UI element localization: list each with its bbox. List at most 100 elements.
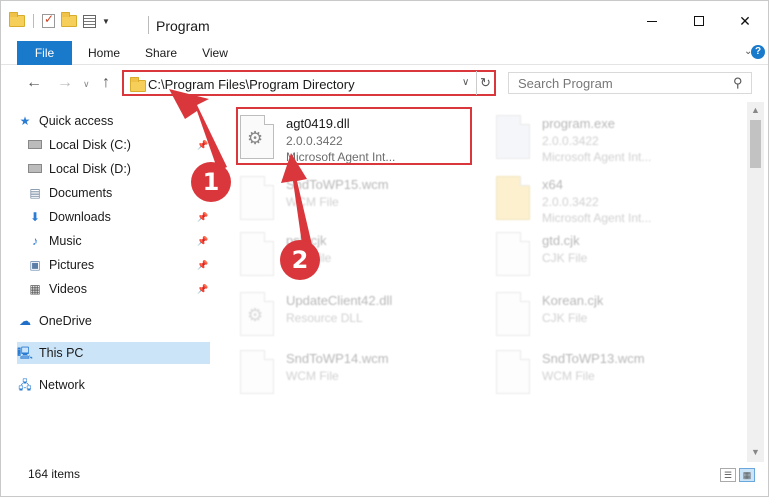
file-name: program.exe	[542, 116, 615, 131]
nav-item-network[interactable]: 🖧 Network	[17, 374, 210, 396]
customize-qat-chevron-icon[interactable]: ▼	[102, 17, 110, 26]
refresh-icon[interactable]: ↻	[476, 71, 494, 95]
folder-icon	[130, 77, 146, 92]
search-placeholder: Search Program	[518, 76, 613, 91]
window-title: Program	[156, 18, 210, 34]
nav-item-downloads[interactable]: ⬇ Downloads 📌	[27, 206, 210, 228]
help-icon[interactable]: ?	[751, 45, 765, 59]
tab-file[interactable]: File	[17, 41, 72, 65]
tab-home[interactable]: Home	[79, 41, 129, 65]
tab-share[interactable]: Share	[139, 41, 183, 65]
up-arrow-icon[interactable]: ↑	[102, 74, 110, 92]
quick-access-toolbar: ▼	[9, 12, 110, 28]
nav-item-music[interactable]: ♪ Music 📌	[27, 230, 210, 252]
downloads-icon: ⬇	[29, 210, 41, 224]
file-item-updateclient42-dll[interactable]: ⚙ UpdateClient42.dll Resource DLL	[222, 284, 462, 340]
nav-item-label: Music	[49, 234, 82, 248]
file-item-sndtowp14-wcm[interactable]: SndToWP14.wcm WCM File	[222, 342, 462, 398]
properties-icon[interactable]	[83, 14, 96, 28]
star-icon: ★	[19, 114, 31, 128]
item-count: 164 items	[28, 467, 81, 481]
file-version: 2.0.0.3422	[542, 134, 599, 148]
file-item-gtd-cjk[interactable]: gtd.cjk CJK File	[478, 224, 718, 280]
file-name: x64	[542, 177, 563, 192]
folder-icon	[9, 12, 25, 27]
address-path[interactable]: C:\Program Files\Program Directory	[148, 77, 355, 92]
pin-icon: 📌	[197, 260, 209, 270]
navigation-pane: ★ Quick access Local Disk (C:) 📌 Local D…	[1, 102, 210, 462]
step-2-badge: 2	[280, 240, 320, 280]
file-type: WCM File	[286, 195, 339, 209]
nav-item-label: OneDrive	[39, 314, 92, 328]
nav-item-local-disk-d[interactable]: Local Disk (D:)	[27, 158, 210, 180]
nav-item-videos[interactable]: ▦ Videos 📌	[27, 278, 210, 300]
details-view-icon[interactable]: ☰	[720, 468, 736, 482]
new-folder-icon[interactable]	[61, 12, 77, 27]
file-name: SndToWP15.wcm	[286, 177, 389, 192]
vertical-scrollbar[interactable]: ▲ ▼	[747, 102, 764, 462]
scroll-thumb[interactable]	[750, 120, 761, 168]
file-icon	[240, 176, 274, 220]
file-name: UpdateClient42.dll	[286, 293, 393, 308]
documents-icon: ▤	[29, 186, 41, 200]
computer-icon: 🖳	[17, 346, 34, 360]
file-type: CJK File	[542, 311, 588, 325]
title-bar: ▼ Program ✕	[1, 1, 768, 41]
scroll-up-icon[interactable]: ▲	[751, 105, 760, 115]
music-icon: ♪	[32, 234, 38, 248]
nav-item-label: This PC	[39, 346, 84, 360]
file-item-sndtowp13-wcm[interactable]: SndToWP13.wcm WCM File	[478, 342, 718, 398]
nav-item-pictures[interactable]: ▣ Pictures 📌	[27, 254, 210, 276]
file-icon	[496, 232, 530, 276]
nav-item-label: Local Disk (C:)	[49, 138, 131, 152]
file-item-psh-cjk[interactable]: psh.cjk CJK File	[222, 224, 462, 280]
maximize-button[interactable]	[676, 1, 722, 41]
tab-view[interactable]: View	[197, 41, 233, 65]
back-arrow-icon[interactable]: ←	[26, 74, 42, 92]
nav-item-documents[interactable]: ▤ Documents	[27, 182, 210, 204]
address-bar[interactable]: C:\Program Files\Program Directory ∨ ↻	[122, 70, 496, 96]
nav-item-onedrive[interactable]: ☁ OneDrive	[17, 310, 210, 332]
file-name: SndToWP13.wcm	[542, 351, 645, 366]
close-icon: ✕	[739, 12, 751, 29]
recent-locations-chevron-icon[interactable]: ∨	[83, 79, 90, 90]
file-explorer-window: ▼ Program ✕ File Home Share View ⌄ ? ← →…	[0, 0, 769, 497]
nav-item-label: Videos	[49, 282, 87, 296]
file-item-sndtowp15-wcm[interactable]: SndToWP15.wcm WCM File	[222, 168, 462, 224]
pictures-icon: ▣	[29, 258, 41, 272]
search-input[interactable]: Search Program ⚲	[508, 72, 752, 94]
maximize-icon	[694, 16, 704, 26]
file-icon	[496, 292, 530, 336]
network-icon: 🖧	[18, 378, 32, 392]
file-item-x64[interactable]: x64 2.0.0.3422 Microsoft Agent Int...	[478, 168, 718, 225]
file-icon	[496, 350, 530, 394]
pin-icon: 📌	[197, 212, 209, 222]
properties-check-icon[interactable]	[42, 12, 55, 28]
nav-item-quick-access[interactable]: ★ Quick access	[17, 110, 210, 132]
forward-arrow-icon[interactable]: →	[57, 74, 73, 92]
nav-item-label: Pictures	[49, 258, 95, 272]
minimize-icon	[647, 20, 657, 22]
file-type: WCM File	[542, 369, 595, 383]
nav-item-label: Network	[39, 378, 85, 392]
close-button[interactable]: ✕	[722, 1, 768, 41]
file-item-korean-cjk[interactable]: Korean.cjk CJK File	[478, 284, 718, 340]
file-type: Resource DLL	[286, 311, 363, 325]
pin-icon: 📌	[197, 284, 209, 294]
tiles-view-icon[interactable]: ▦	[739, 468, 755, 482]
minimize-button[interactable]	[629, 1, 675, 41]
file-item-program-exe[interactable]: program.exe 2.0.0.3422 Microsoft Agent I…	[478, 107, 718, 164]
file-icon	[240, 232, 274, 276]
nav-item-label: Quick access	[39, 114, 114, 128]
file-version: 2.0.0.3422	[542, 195, 599, 209]
divider	[148, 16, 149, 34]
address-dropdown-chevron-icon[interactable]: ∨	[462, 77, 469, 88]
nav-item-this-pc[interactable]: 🖳 This PC	[17, 342, 210, 364]
file-type: CJK File	[542, 251, 588, 265]
search-icon[interactable]: ⚲	[733, 75, 743, 91]
file-icon	[240, 350, 274, 394]
pin-icon: 📌	[197, 140, 209, 150]
nav-item-local-disk-c[interactable]: Local Disk (C:) 📌	[27, 134, 210, 156]
scroll-down-icon[interactable]: ▼	[751, 447, 760, 457]
divider	[33, 14, 34, 28]
